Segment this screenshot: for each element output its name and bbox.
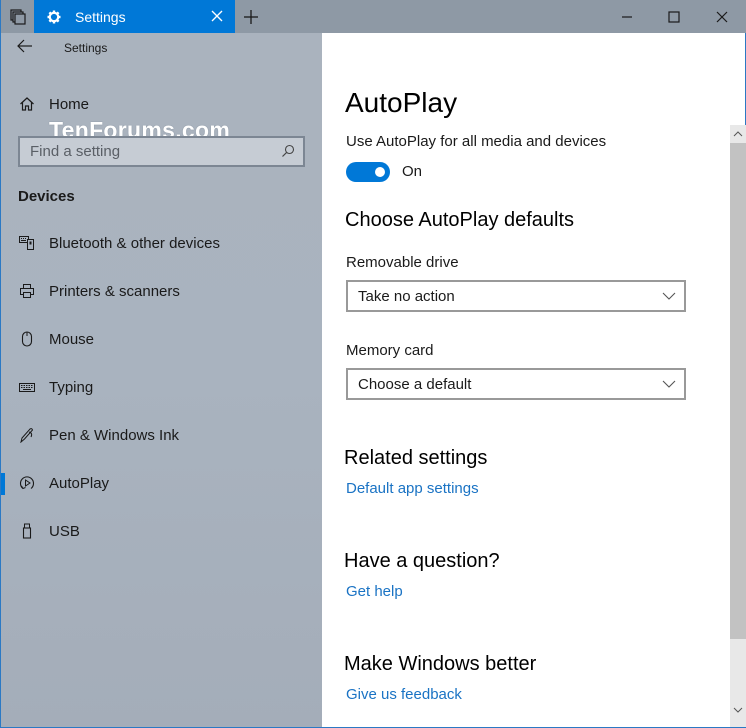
autoplay-toggle[interactable] bbox=[346, 162, 390, 182]
title-bar: Settings bbox=[1, 0, 746, 33]
maximize-icon bbox=[668, 10, 680, 23]
dropdown-value: Choose a default bbox=[358, 376, 472, 393]
get-help-link[interactable]: Get help bbox=[346, 583, 403, 600]
keyboard-icon bbox=[18, 378, 36, 396]
settings-window: Settings Settings Home TenForums.com Fin… bbox=[0, 0, 746, 728]
search-icon[interactable] bbox=[281, 144, 295, 158]
app-title: Settings bbox=[64, 41, 108, 55]
sidebar-item-mouse[interactable]: Mouse bbox=[1, 321, 322, 357]
settings-tab[interactable]: Settings bbox=[34, 0, 235, 33]
usb-icon bbox=[18, 522, 36, 540]
tab-title: Settings bbox=[75, 8, 126, 25]
scroll-thumb[interactable] bbox=[730, 143, 746, 639]
search-box[interactable] bbox=[18, 136, 305, 167]
sidebar-item-label: AutoPlay bbox=[49, 474, 110, 492]
gear-icon bbox=[46, 9, 62, 25]
sidebar-item-autoplay[interactable]: AutoPlay bbox=[1, 465, 322, 501]
memory-card-dropdown[interactable]: Choose a default bbox=[346, 368, 686, 400]
task-view-icon bbox=[9, 8, 26, 25]
scroll-up-button[interactable] bbox=[730, 125, 746, 143]
task-view-button[interactable] bbox=[1, 0, 34, 33]
defaults-heading: Choose AutoPlay defaults bbox=[345, 209, 575, 231]
chevron-down-icon bbox=[662, 292, 676, 300]
home-label: Home bbox=[49, 95, 90, 113]
dropdown-value: Take no action bbox=[358, 288, 455, 305]
toggle-state-label: On bbox=[402, 163, 423, 180]
sidebar-item-home[interactable]: Home bbox=[1, 89, 322, 119]
chevron-down-icon bbox=[662, 380, 676, 388]
minimize-button[interactable] bbox=[604, 0, 650, 33]
sidebar-item-pen[interactable]: Pen & Windows Ink bbox=[1, 417, 322, 453]
back-arrow-icon[interactable] bbox=[17, 39, 33, 53]
printer-icon bbox=[18, 282, 36, 300]
question-heading: Have a question? bbox=[344, 550, 500, 572]
sidebar-item-usb[interactable]: USB bbox=[1, 513, 322, 549]
maximize-button[interactable] bbox=[651, 0, 697, 33]
scroll-down-button[interactable] bbox=[730, 701, 746, 719]
default-app-settings-link[interactable]: Default app settings bbox=[346, 480, 479, 497]
sidebar-item-label: Pen & Windows Ink bbox=[49, 426, 180, 444]
sidebar: Settings Home TenForums.com Devices bbox=[1, 33, 322, 727]
feedback-heading: Make Windows better bbox=[344, 653, 537, 675]
toggle-knob bbox=[375, 167, 385, 177]
home-icon bbox=[20, 97, 34, 111]
autoplay-toggle-label: Use AutoPlay for all media and devices bbox=[346, 133, 607, 150]
close-button[interactable] bbox=[699, 0, 745, 33]
pen-icon bbox=[18, 426, 36, 444]
sidebar-item-printers[interactable]: Printers & scanners bbox=[1, 273, 322, 309]
sidebar-item-bluetooth[interactable]: Bluetooth & other devices bbox=[1, 225, 322, 261]
minimize-icon bbox=[622, 15, 632, 18]
page-title: AutoPlay bbox=[345, 87, 458, 118]
close-icon bbox=[716, 11, 728, 22]
sidebar-item-typing[interactable]: Typing bbox=[1, 369, 322, 405]
related-settings-heading: Related settings bbox=[344, 447, 488, 469]
back-row: Settings bbox=[1, 33, 322, 61]
main-content: AutoPlay Use AutoPlay for all media and … bbox=[322, 33, 730, 727]
autoplay-icon bbox=[18, 474, 36, 492]
sidebar-item-label: Mouse bbox=[49, 330, 95, 348]
memory-card-label: Memory card bbox=[346, 342, 434, 359]
mouse-icon bbox=[18, 330, 36, 348]
chevron-down-icon bbox=[733, 707, 743, 713]
sidebar-item-label: Typing bbox=[49, 378, 94, 396]
plus-icon[interactable] bbox=[242, 8, 260, 26]
section-title-devices: Devices bbox=[18, 188, 75, 205]
sidebar-item-label: Bluetooth & other devices bbox=[49, 234, 220, 252]
search-input[interactable] bbox=[20, 138, 270, 165]
chevron-up-icon bbox=[733, 131, 743, 137]
vertical-scrollbar[interactable] bbox=[730, 125, 746, 727]
removable-drive-label: Removable drive bbox=[346, 254, 459, 271]
sidebar-item-label: USB bbox=[49, 522, 80, 540]
bluetooth-devices-icon bbox=[18, 234, 36, 252]
sidebar-item-label: Printers & scanners bbox=[49, 282, 180, 300]
removable-drive-dropdown[interactable]: Take no action bbox=[346, 280, 686, 312]
close-icon[interactable] bbox=[209, 8, 225, 24]
give-feedback-link[interactable]: Give us feedback bbox=[346, 686, 462, 703]
